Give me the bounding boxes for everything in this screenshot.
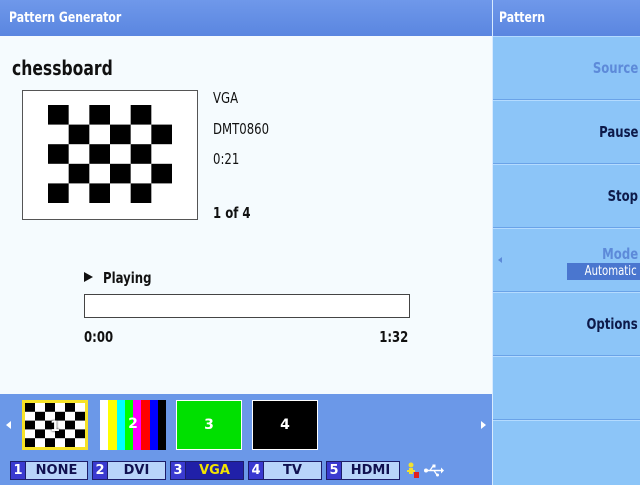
thumbnail-colorbars[interactable]: 2 <box>100 400 166 450</box>
thumbnail-strip: 1 2 3 4 <box>0 394 492 456</box>
checker-square <box>45 403 55 412</box>
checker-square <box>89 144 110 164</box>
pattern-index: 1 of 4 <box>213 204 251 222</box>
checker-square <box>48 183 69 203</box>
playback-progress-bar <box>84 294 410 318</box>
checker-square <box>89 105 110 125</box>
scroll-left-arrow-icon[interactable] <box>6 421 11 429</box>
pattern-details: chessboard VGA DMT0860 0:21 1 of 4 Playi… <box>0 36 492 394</box>
scroll-right-arrow-icon[interactable] <box>481 421 486 429</box>
checker-square <box>89 183 110 203</box>
source-button[interactable]: Source <box>493 36 640 100</box>
warning-person-icon <box>407 462 419 478</box>
source-tab-tv[interactable]: 4 TV <box>248 461 322 480</box>
duration-label: 0:21 <box>213 150 240 168</box>
mode-value: Automatic <box>567 263 640 280</box>
source-tab-vga[interactable]: 3 VGA <box>170 461 244 480</box>
source-tab-bar: 1 NONE 2 DVI 3 VGA 4 TV 5 HDMI <box>0 456 492 485</box>
checker-square <box>45 438 55 447</box>
checker-square <box>68 124 90 145</box>
thumbnail-number: 2 <box>128 416 138 432</box>
pattern-menu: Pattern Source Pause Stop Mode Automatic… <box>492 0 640 485</box>
menu-title-bar: Pattern <box>493 0 640 36</box>
checker-square <box>130 144 152 164</box>
source-tab-none[interactable]: 1 NONE <box>10 461 88 480</box>
source-tab-dvi[interactable]: 2 DVI <box>92 461 166 480</box>
window-title: Pattern Generator <box>9 10 122 26</box>
checker-square <box>110 163 131 184</box>
checker-square <box>151 163 172 184</box>
empty-menu-slot <box>493 356 640 420</box>
thumbnail-chessboard[interactable]: 1 <box>22 400 88 450</box>
checker-square <box>130 183 152 203</box>
checker-square <box>110 124 131 145</box>
thumbnail-number: 4 <box>280 417 290 433</box>
checker-square <box>65 403 75 412</box>
checker-square <box>48 105 69 125</box>
start-time: 0:00 <box>84 328 114 346</box>
resolution-label: VGA <box>213 89 239 107</box>
thumbnail-green[interactable]: 3 <box>176 400 242 450</box>
pattern-name: chessboard <box>12 56 113 80</box>
mode-left-arrow-icon <box>498 257 502 263</box>
play-icon <box>84 272 93 282</box>
chessboard-preview-image <box>48 105 172 203</box>
pause-button[interactable]: Pause <box>493 100 640 164</box>
stop-button[interactable]: Stop <box>493 164 640 228</box>
menu-title: Pattern <box>499 10 546 26</box>
source-tab-hdmi[interactable]: 5 HDMI <box>326 461 400 480</box>
checker-square <box>68 163 90 184</box>
timing-label: DMT0860 <box>213 120 270 138</box>
end-time: 1:32 <box>378 328 408 346</box>
checker-square <box>130 105 152 125</box>
thumbnail-number: 3 <box>204 417 214 433</box>
playback-status: Playing <box>84 269 165 287</box>
checker-square <box>25 403 35 412</box>
empty-menu-slot <box>493 420 640 485</box>
checker-square <box>48 144 69 164</box>
checker-square <box>151 124 172 145</box>
title-bar: Pattern Generator <box>0 0 492 36</box>
thumbnail-black[interactable]: 4 <box>252 400 318 450</box>
checker-square <box>25 438 35 447</box>
checker-square <box>65 438 75 447</box>
options-button[interactable]: Options <box>493 292 640 356</box>
pattern-preview <box>22 90 198 220</box>
pattern-generator-panel: Pattern Generator chessboard VGA DMT0860… <box>0 0 492 485</box>
mode-button[interactable]: Mode Automatic <box>493 228 640 292</box>
thumbnail-number: 1 <box>50 419 60 435</box>
usb-icon <box>424 464 444 477</box>
